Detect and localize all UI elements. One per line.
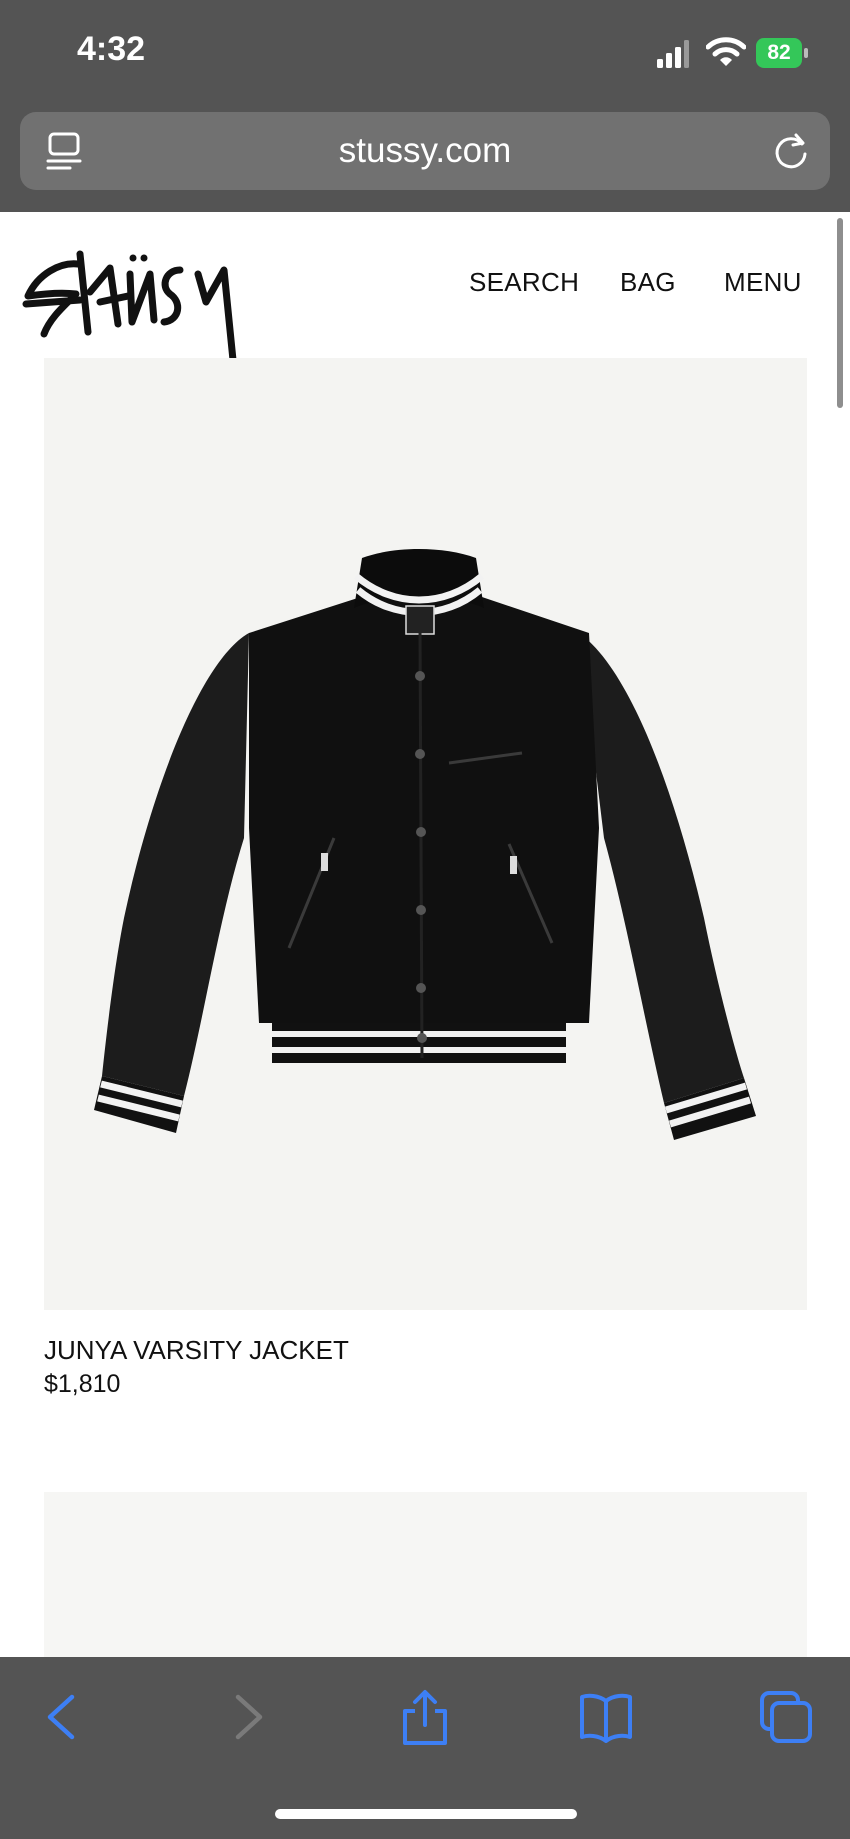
nav-menu-link[interactable]: MENU: [724, 267, 802, 298]
url-text[interactable]: stussy.com: [20, 112, 830, 190]
home-indicator: [275, 1809, 577, 1819]
battery-level: 82: [767, 41, 791, 64]
wifi-icon: [706, 37, 746, 66]
browser-address-area: stussy.com: [0, 110, 850, 212]
status-bar: 4:32 82: [0, 0, 850, 110]
share-icon[interactable]: [397, 1689, 453, 1745]
next-product-card[interactable]: [44, 1492, 807, 1657]
cellular-signal-icon: [657, 40, 689, 68]
nav-search-link[interactable]: SEARCH: [469, 267, 579, 298]
address-bar[interactable]: stussy.com: [20, 112, 830, 190]
nav-bag-link[interactable]: BAG: [620, 267, 676, 298]
battery-charging-icon: 82: [756, 38, 808, 68]
tabs-icon[interactable]: [758, 1689, 814, 1745]
browser-toolbar: [0, 1657, 850, 1839]
product-card[interactable]: [44, 358, 807, 1310]
page-scrollbar[interactable]: [837, 218, 843, 408]
varsity-jacket-image: [44, 358, 807, 1310]
bookmarks-icon[interactable]: [578, 1689, 634, 1745]
back-icon[interactable]: [36, 1689, 92, 1745]
forward-icon[interactable]: [218, 1689, 274, 1745]
web-page: SEARCH BAG MENU JUNYA VARSITY JACKET $1,…: [0, 212, 850, 1657]
status-time: 4:32: [77, 30, 146, 68]
reload-icon[interactable]: [772, 132, 810, 170]
product-name[interactable]: JUNYA VARSITY JACKET: [44, 1335, 349, 1366]
product-price: $1,810: [44, 1370, 121, 1398]
